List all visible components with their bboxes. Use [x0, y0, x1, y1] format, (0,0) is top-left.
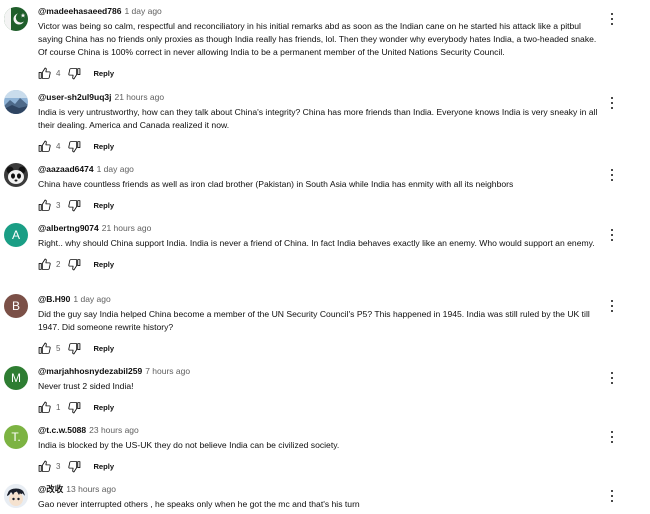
comment-time[interactable]: 13 hours ago	[66, 484, 116, 494]
comment-text: Gao never interrupted others , he speaks…	[38, 499, 360, 509]
reply-button[interactable]: Reply	[93, 201, 114, 210]
thumbs-up-icon[interactable]	[38, 342, 51, 355]
thumbs-down-icon[interactable]	[68, 258, 81, 271]
like-count: 4	[56, 142, 61, 152]
thumbs-down-icon[interactable]	[68, 342, 81, 355]
avatar[interactable]: B	[4, 294, 28, 318]
comment-author[interactable]: @albertng9074	[38, 223, 99, 233]
more-vertical-icon[interactable]	[608, 96, 616, 110]
thumbs-up-icon[interactable]	[38, 460, 51, 473]
comment-actions: 4 Reply	[38, 140, 600, 154]
comment-author[interactable]: @madeehasaeed786	[38, 6, 121, 16]
like-count: 5	[56, 344, 61, 354]
comment-actions: 2 Reply	[38, 258, 600, 272]
more-vertical-icon[interactable]	[608, 299, 616, 313]
thumbs-down-icon[interactable]	[68, 401, 81, 414]
comment-actions: 5 Reply	[38, 342, 600, 356]
like-count: 3	[56, 462, 61, 472]
comment-actions: 4 Reply	[38, 66, 600, 80]
like-count: 1	[56, 403, 61, 413]
avatar-letter: B	[11, 299, 20, 313]
comment-author[interactable]: @user-sh2ul9uq3j	[38, 92, 111, 102]
comment-author[interactable]: @改收	[38, 484, 63, 494]
avatar[interactable]: M	[4, 366, 28, 390]
comment-text: India is very untrustworthy, how can the…	[38, 107, 598, 130]
like-count: 2	[56, 260, 61, 270]
reply-button[interactable]: Reply	[93, 260, 114, 269]
comment-time[interactable]: 23 hours ago	[89, 425, 139, 435]
more-vertical-icon[interactable]	[608, 489, 616, 503]
comment-author[interactable]: @aazaad6474	[38, 164, 94, 174]
comment-actions: 3 Reply	[38, 460, 600, 474]
comment-actions: 1 Reply	[38, 401, 600, 415]
reply-button[interactable]: Reply	[93, 69, 114, 78]
avatar-letter: M	[11, 371, 21, 385]
landscape-avatar-icon[interactable]	[4, 90, 28, 114]
reply-button[interactable]: Reply	[93, 142, 114, 151]
more-vertical-icon[interactable]	[608, 371, 616, 385]
comment-text: Never trust 2 sided India!	[38, 381, 134, 391]
avatar-letter: T.	[11, 430, 21, 444]
thumbs-up-icon[interactable]	[38, 67, 51, 80]
comment-time[interactable]: 21 hours ago	[114, 92, 164, 102]
more-vertical-icon[interactable]	[608, 228, 616, 242]
like-count: 3	[56, 201, 61, 211]
thumbs-down-icon[interactable]	[68, 67, 81, 80]
panda-avatar-icon[interactable]	[4, 163, 28, 187]
thumbs-up-icon[interactable]	[38, 401, 51, 414]
reply-button[interactable]: Reply	[93, 403, 114, 412]
thumbs-up-icon[interactable]	[38, 258, 51, 271]
comment-time[interactable]: 1 day ago	[97, 164, 134, 174]
cartoon-avatar-icon[interactable]	[4, 484, 28, 508]
comment-time[interactable]: 1 day ago	[124, 6, 161, 16]
comment-time[interactable]: 1 day ago	[73, 294, 110, 304]
reply-button[interactable]: Reply	[93, 462, 114, 471]
comment-author[interactable]: @B.H90	[38, 294, 70, 304]
comment-text: India is blocked by the US-UK they do no…	[38, 440, 340, 450]
thumbs-down-icon[interactable]	[68, 460, 81, 473]
more-vertical-icon[interactable]	[608, 430, 616, 444]
avatar-letter: A	[11, 228, 20, 242]
reply-button[interactable]: Reply	[93, 344, 114, 353]
avatar[interactable]: T.	[4, 425, 28, 449]
comment-time[interactable]: 21 hours ago	[102, 223, 152, 233]
more-vertical-icon[interactable]	[608, 168, 616, 182]
comment-text: China have countless friends as well as …	[38, 179, 514, 189]
flag-avatar-icon[interactable]	[4, 7, 28, 31]
thumbs-up-icon[interactable]	[38, 140, 51, 153]
comment-author[interactable]: @t.c.w.5088	[38, 425, 86, 435]
comment-time[interactable]: 7 hours ago	[145, 366, 190, 376]
comment-text: Right.. why should China support India. …	[38, 238, 595, 248]
comment-text: Did the guy say India helped China becom…	[38, 309, 590, 332]
thumbs-down-icon[interactable]	[68, 199, 81, 212]
like-count: 4	[56, 68, 61, 78]
more-vertical-icon[interactable]	[608, 12, 616, 26]
comment-text: Victor was being so calm, respectful and…	[38, 21, 597, 57]
avatar[interactable]: A	[4, 223, 28, 247]
thumbs-down-icon[interactable]	[68, 140, 81, 153]
comment-author[interactable]: @marjahhosnydezabil259	[38, 366, 142, 376]
comment-actions: 3 Reply	[38, 199, 600, 213]
thumbs-up-icon[interactable]	[38, 199, 51, 212]
